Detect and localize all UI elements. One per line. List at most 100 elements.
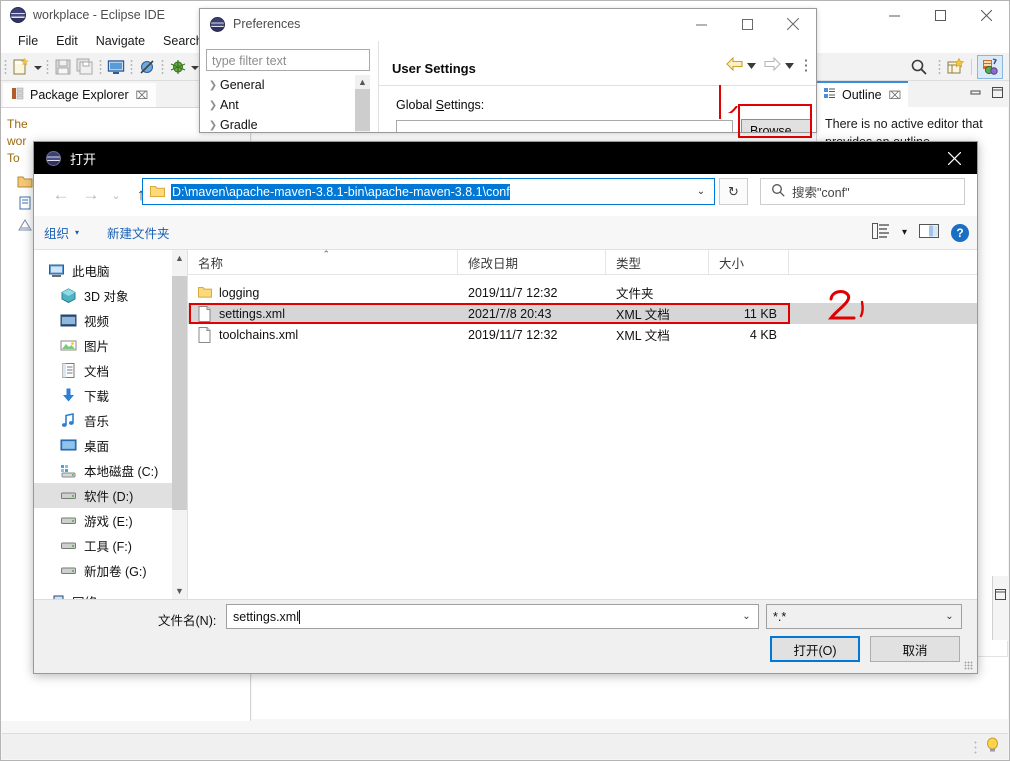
global-settings-input[interactable] xyxy=(396,120,733,132)
sidebar-item-desktop[interactable]: 桌面 xyxy=(34,433,187,458)
close-icon[interactable]: ⌧ xyxy=(136,89,149,102)
java-perspective-button[interactable] xyxy=(977,55,1003,79)
address-dropdown-caret[interactable]: ⌄ xyxy=(690,180,712,203)
preferences-menu-icon[interactable] xyxy=(804,57,808,74)
chevron-right-icon[interactable]: ❯ xyxy=(206,100,220,111)
organize-button[interactable]: 组织 ▾ xyxy=(34,223,89,242)
tab-outline[interactable]: Outline ⌧ xyxy=(817,81,909,107)
file-dialog-sidebar[interactable]: 此电脑 3D 对象 视频 图片 文档 下载 音乐 桌面 本地磁盘 (C:) 软件… xyxy=(34,250,187,610)
back-dropdown-arrow[interactable] xyxy=(747,59,756,73)
3d-objects-icon xyxy=(60,287,77,304)
restore-icon[interactable] xyxy=(994,588,1007,601)
new-folder-button[interactable]: 新建文件夹 xyxy=(89,223,180,242)
cancel-button[interactable]: 取消 xyxy=(870,636,960,662)
tab-package-explorer[interactable]: Package Explorer ⌧ xyxy=(3,81,157,107)
column-header-date[interactable]: 修改日期 xyxy=(458,250,606,274)
open-button[interactable]: 打开(O) xyxy=(770,636,860,662)
preview-pane-icon[interactable] xyxy=(919,223,939,242)
outline-tab-label: Outline xyxy=(842,88,882,102)
sidebar-item-3d-objects[interactable]: 3D 对象 xyxy=(34,283,187,308)
sidebar-item-videos[interactable]: 视频 xyxy=(34,308,187,333)
scrollbar-thumb[interactable] xyxy=(172,276,187,510)
open-file-dialog: 打开 ← → ⌄ ↑ 组织 ▾ 新建文件夹 ▾ ? 此电脑 3D 对象 视频 图… xyxy=(33,141,978,674)
scroll-up-icon[interactable]: ▲ xyxy=(172,250,187,266)
package-explorer-label: Package Explorer xyxy=(30,88,129,102)
menu-navigate[interactable]: Navigate xyxy=(87,32,154,50)
quick-access-bulb-icon[interactable] xyxy=(985,737,1000,756)
view-layout-icon[interactable] xyxy=(871,223,890,242)
eclipse-minimize-button[interactable] xyxy=(871,1,917,29)
menu-edit[interactable]: Edit xyxy=(47,32,87,50)
sidebar-item-label: 3D 对象 xyxy=(84,290,129,304)
filename-input[interactable]: settings.xml ⌄ xyxy=(226,604,759,629)
eclipse-close-button[interactable] xyxy=(963,1,1009,29)
filetype-dropdown-caret[interactable]: ⌄ xyxy=(939,606,960,627)
pref-tree-item-general[interactable]: ❯ General xyxy=(206,75,370,95)
preferences-minimize-button[interactable] xyxy=(678,9,724,39)
preferences-maximize-button[interactable] xyxy=(724,9,770,39)
sidebar-item-local-disk-c[interactable]: 本地磁盘 (C:) xyxy=(34,458,187,483)
new-wizard-icon[interactable] xyxy=(11,57,31,77)
refresh-button[interactable]: ↻ xyxy=(719,178,748,205)
column-header-size[interactable]: 大小 xyxy=(709,250,789,274)
chevron-right-icon[interactable]: ❯ xyxy=(206,80,220,91)
debug-icon[interactable] xyxy=(168,57,188,77)
preferences-tree[interactable]: ❯ General ❯ Ant ❯ Gradle xyxy=(206,75,370,132)
sidebar-item-drive-e[interactable]: 游戏 (E:) xyxy=(34,508,187,533)
save-icon[interactable] xyxy=(53,57,73,77)
status-drag-handle[interactable] xyxy=(974,739,977,754)
toolbar-drag-handle[interactable] xyxy=(4,58,7,75)
eclipse-logo-icon xyxy=(210,16,225,32)
menu-file[interactable]: File xyxy=(9,32,47,50)
pref-tree-item-gradle[interactable]: ❯ Gradle xyxy=(206,115,370,132)
recent-locations-button[interactable]: ⌄ xyxy=(106,180,126,210)
close-icon[interactable]: ⌧ xyxy=(889,89,902,102)
forward-button[interactable]: → xyxy=(76,180,106,210)
new-perspective-icon[interactable] xyxy=(945,57,965,77)
preferences-tree-scrollbar[interactable]: ▲ xyxy=(355,75,370,132)
create-project-icon[interactable] xyxy=(17,173,33,189)
back-button[interactable]: ← xyxy=(46,180,76,210)
scroll-up-icon[interactable]: ▲ xyxy=(355,75,370,89)
scrollbar-thumb[interactable] xyxy=(355,89,370,131)
sidebar-item-pictures[interactable]: 图片 xyxy=(34,333,187,358)
sidebar-item-drive-f[interactable]: 工具 (F:) xyxy=(34,533,187,558)
sidebar-scrollbar[interactable]: ▲ ▼ xyxy=(172,250,187,599)
scroll-down-icon[interactable]: ▼ xyxy=(172,583,187,599)
console-icon[interactable] xyxy=(106,57,126,77)
preferences-filter-input[interactable]: type filter text xyxy=(206,49,370,71)
sidebar-item-documents[interactable]: 文档 xyxy=(34,358,187,383)
sidebar-item-downloads[interactable]: 下载 xyxy=(34,383,187,408)
search-box[interactable]: 搜索"conf" xyxy=(760,178,965,205)
file-dialog-close-button[interactable] xyxy=(931,142,977,174)
sidebar-item-drive-g[interactable]: 新加卷 (G:) xyxy=(34,558,187,583)
sidebar-item-drive-d[interactable]: 软件 (D:) xyxy=(34,483,187,508)
eclipse-maximize-button[interactable] xyxy=(917,1,963,29)
outline-message-line1: There is no active editor that xyxy=(825,117,983,131)
column-header-type[interactable]: 类型 xyxy=(606,250,709,274)
pref-tree-item-ant[interactable]: ❯ Ant xyxy=(206,95,370,115)
search-icon[interactable] xyxy=(909,57,929,77)
chevron-right-icon[interactable]: ❯ xyxy=(206,120,220,131)
address-bar[interactable]: D:\maven\apache-maven-3.8.1-bin\apache-m… xyxy=(142,178,715,205)
create-file-icon[interactable] xyxy=(17,195,33,211)
sidebar-item-music[interactable]: 音乐 xyxy=(34,408,187,433)
column-header-name[interactable]: ⌃ 名称 xyxy=(188,249,458,274)
import-projects-icon[interactable] xyxy=(17,217,33,233)
help-icon[interactable]: ? xyxy=(951,223,969,242)
maximize-icon[interactable] xyxy=(991,86,1004,102)
new-wizard-dropdown-arrow[interactable] xyxy=(32,59,43,75)
filename-dropdown-caret[interactable]: ⌄ xyxy=(736,606,757,627)
resize-grip[interactable] xyxy=(964,661,973,670)
filetype-select[interactable]: *.* ⌄ xyxy=(766,604,962,629)
minimize-icon[interactable] xyxy=(969,86,982,102)
forward-arrow-icon[interactable] xyxy=(764,56,781,74)
view-dropdown-caret[interactable]: ▾ xyxy=(902,227,907,238)
skip-breakpoints-icon[interactable] xyxy=(137,57,157,77)
back-arrow-icon[interactable] xyxy=(726,56,743,74)
save-all-icon[interactable] xyxy=(75,57,95,77)
sidebar-item-this-pc[interactable]: 此电脑 xyxy=(34,258,187,283)
forward-dropdown-arrow[interactable] xyxy=(785,59,794,73)
outline-icon xyxy=(823,87,836,103)
preferences-close-button[interactable] xyxy=(770,9,816,39)
